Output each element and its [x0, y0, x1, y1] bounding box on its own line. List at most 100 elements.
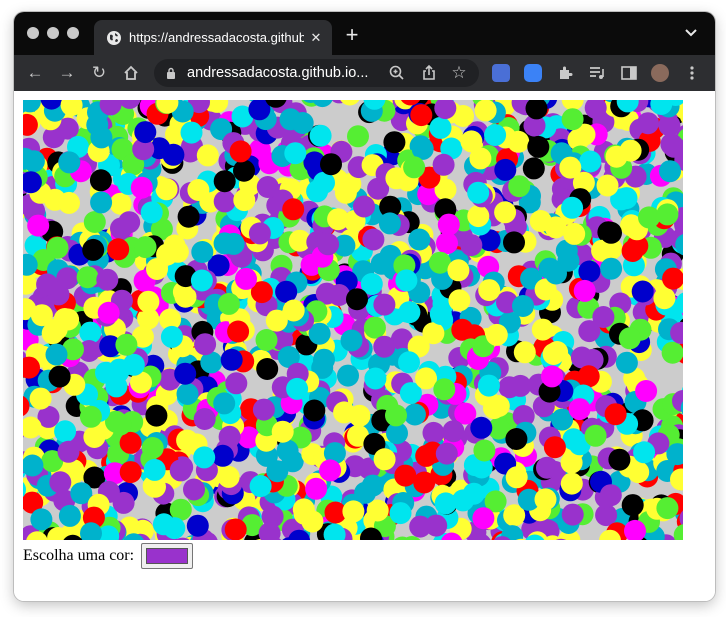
address-bar[interactable]: andressadacosta.github.io... ☆	[154, 59, 479, 87]
paint-dot	[370, 252, 393, 275]
active-tab[interactable]: https://andressadacosta.github.io ✕	[94, 20, 332, 55]
paint-dot	[656, 203, 679, 226]
paint-dot	[494, 158, 517, 181]
paint-dot	[276, 439, 299, 462]
paint-dot	[599, 484, 622, 507]
home-icon[interactable]	[122, 64, 140, 82]
paint-dot	[436, 232, 458, 255]
paint-dot	[364, 367, 387, 390]
paint-dot	[79, 405, 102, 428]
paint-dot	[213, 190, 236, 213]
drawing-canvas[interactable]	[23, 100, 683, 540]
paint-dot	[467, 205, 490, 228]
color-picker-row: Escolha uma cor:	[23, 541, 194, 571]
paint-dot	[327, 208, 350, 231]
paint-dot	[472, 507, 495, 530]
paint-dot	[561, 503, 584, 526]
paint-dot	[577, 365, 600, 388]
paint-dot	[191, 241, 214, 263]
paint-dot	[227, 320, 250, 343]
paint-dot	[619, 139, 642, 162]
translate-icon[interactable]	[492, 64, 510, 82]
back-arrow-icon[interactable]: ←	[26, 64, 44, 82]
paint-dot	[107, 238, 130, 261]
paint-dot	[531, 318, 554, 341]
paint-dot	[186, 514, 209, 537]
profile-avatar-icon[interactable]	[651, 64, 669, 82]
paint-dot	[661, 341, 683, 364]
paint-dot	[119, 431, 142, 454]
paint-dot	[334, 181, 357, 204]
paint-dot	[163, 517, 186, 540]
bookmark-star-icon[interactable]: ☆	[450, 64, 468, 82]
paint-dot	[58, 151, 81, 174]
new-tab-button[interactable]: +	[342, 24, 362, 46]
paint-dot	[54, 420, 77, 443]
paint-dot	[512, 295, 534, 317]
close-window-button[interactable]	[27, 27, 39, 39]
paint-dot	[45, 318, 68, 341]
paint-dot	[229, 140, 252, 163]
zoom-icon[interactable]	[388, 64, 406, 82]
paint-dot	[305, 477, 328, 500]
paint-dot	[608, 448, 631, 471]
paint-dot	[536, 456, 558, 479]
paint-dot	[213, 170, 236, 193]
puzzle-extensions-icon[interactable]	[556, 64, 574, 82]
paint-dot	[505, 428, 528, 450]
minimize-window-button[interactable]	[47, 27, 59, 39]
paint-dot	[484, 124, 507, 146]
paint-dot	[291, 112, 314, 134]
paint-dot	[408, 228, 431, 251]
paint-dot	[140, 201, 163, 224]
paint-dot	[225, 372, 248, 395]
paint-dot	[442, 420, 465, 443]
paint-dot	[560, 472, 583, 495]
reload-icon[interactable]: ↻	[90, 64, 108, 82]
paint-dot	[162, 143, 185, 166]
paint-dot	[76, 266, 99, 289]
zoom-meeting-icon[interactable]	[524, 64, 542, 82]
paint-dot	[503, 231, 525, 254]
paint-dot	[578, 260, 601, 283]
paint-dot	[213, 392, 236, 415]
paint-dot	[658, 114, 681, 137]
media-playlist-icon[interactable]	[588, 64, 606, 82]
paint-dot	[354, 481, 377, 504]
paint-dot	[130, 176, 153, 199]
paint-dot	[660, 133, 683, 156]
paint-dot	[627, 461, 650, 484]
kebab-menu-icon[interactable]	[683, 64, 701, 82]
share-icon[interactable]	[420, 64, 438, 82]
selected-color-swatch	[146, 548, 189, 565]
paint-dot	[579, 150, 602, 173]
paint-dot	[217, 465, 240, 488]
chevron-down-icon[interactable]	[684, 28, 698, 38]
tab-close-icon[interactable]: ✕	[308, 29, 324, 47]
paint-dot	[633, 441, 656, 464]
paint-dot	[592, 306, 615, 328]
paint-dot	[224, 518, 247, 540]
paint-dot	[394, 464, 417, 487]
paint-dot	[235, 267, 257, 290]
side-panel-icon[interactable]	[620, 64, 638, 82]
paint-dot	[600, 257, 623, 280]
paint-dot	[434, 492, 457, 515]
paint-dot	[433, 378, 456, 401]
paint-dot	[187, 179, 210, 201]
zoom-window-button[interactable]	[67, 27, 79, 39]
color-picker-input[interactable]	[141, 543, 194, 570]
paint-dot	[48, 365, 71, 388]
paint-dot	[513, 341, 536, 364]
paint-dot	[541, 365, 563, 388]
paint-dot	[176, 429, 199, 452]
paint-dot	[505, 466, 528, 489]
paint-dot	[460, 234, 483, 257]
paint-dot	[429, 303, 452, 325]
lock-icon	[167, 67, 175, 79]
paint-dot	[429, 116, 452, 139]
paint-dot	[373, 335, 396, 358]
forward-arrow-icon[interactable]: →	[58, 64, 76, 82]
paint-dot	[415, 367, 437, 390]
paint-dot	[383, 131, 406, 154]
